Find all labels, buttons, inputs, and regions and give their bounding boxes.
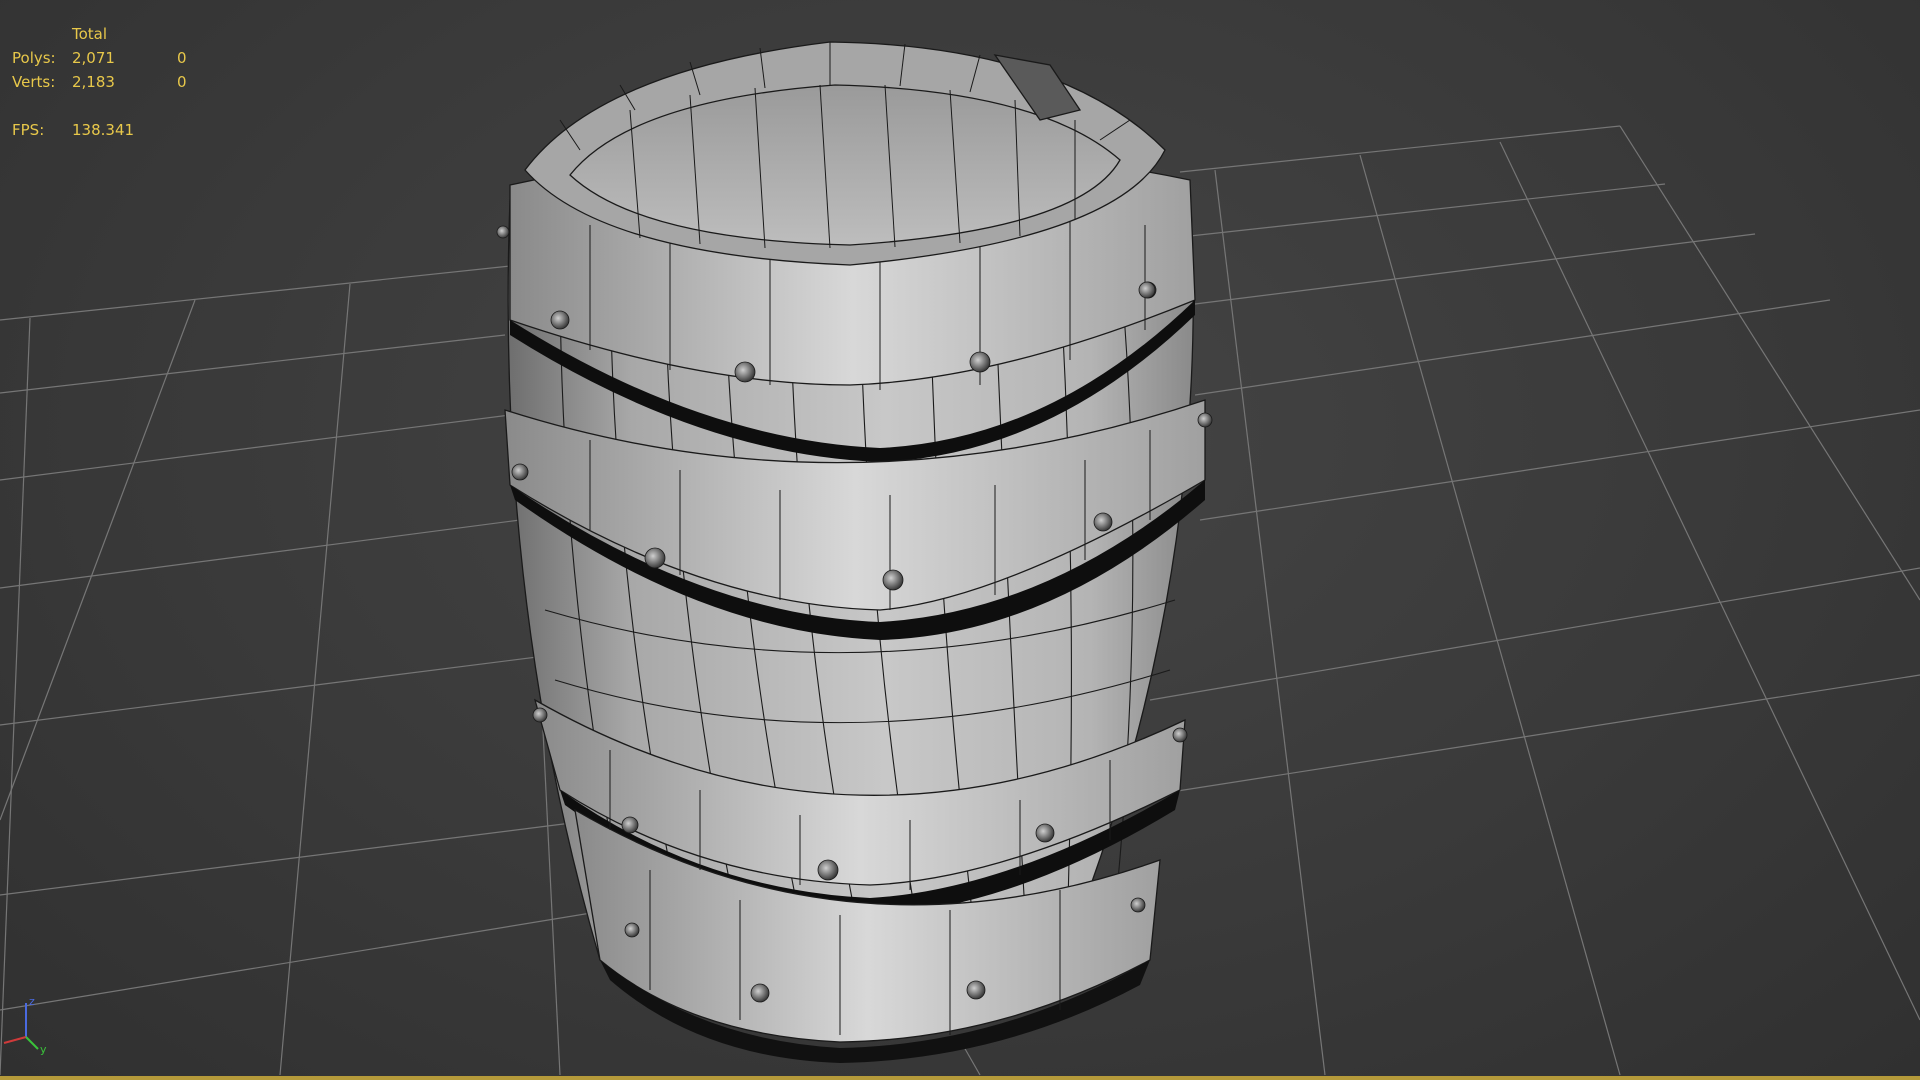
y-axis-label: y (40, 1043, 47, 1055)
perspective-viewport[interactable]: Total Polys: 2,071 0 Verts: 2,183 0 FPS:… (0, 0, 1920, 1080)
fps-value: 138.341 (72, 121, 135, 139)
y-axis-line (25, 1036, 39, 1050)
x-axis-line (3, 1036, 27, 1044)
fps-label: FPS: (12, 121, 45, 139)
axis-gizmo-icon: z y (3, 995, 47, 1055)
viewport-status-strip (0, 1076, 1920, 1080)
verts-label: Verts: (12, 73, 56, 91)
z-axis-label: z (29, 995, 35, 1008)
verts-selected-value: 0 (177, 73, 187, 91)
stats-total-header: Total (72, 25, 108, 43)
viewport-scene[interactable] (0, 0, 1920, 1080)
barrel-mesh (504, 41, 1206, 1063)
polys-selected-value: 0 (177, 49, 187, 67)
polys-total-value: 2,071 (72, 49, 115, 67)
verts-total-value: 2,183 (72, 73, 115, 91)
polys-label: Polys: (12, 49, 56, 67)
